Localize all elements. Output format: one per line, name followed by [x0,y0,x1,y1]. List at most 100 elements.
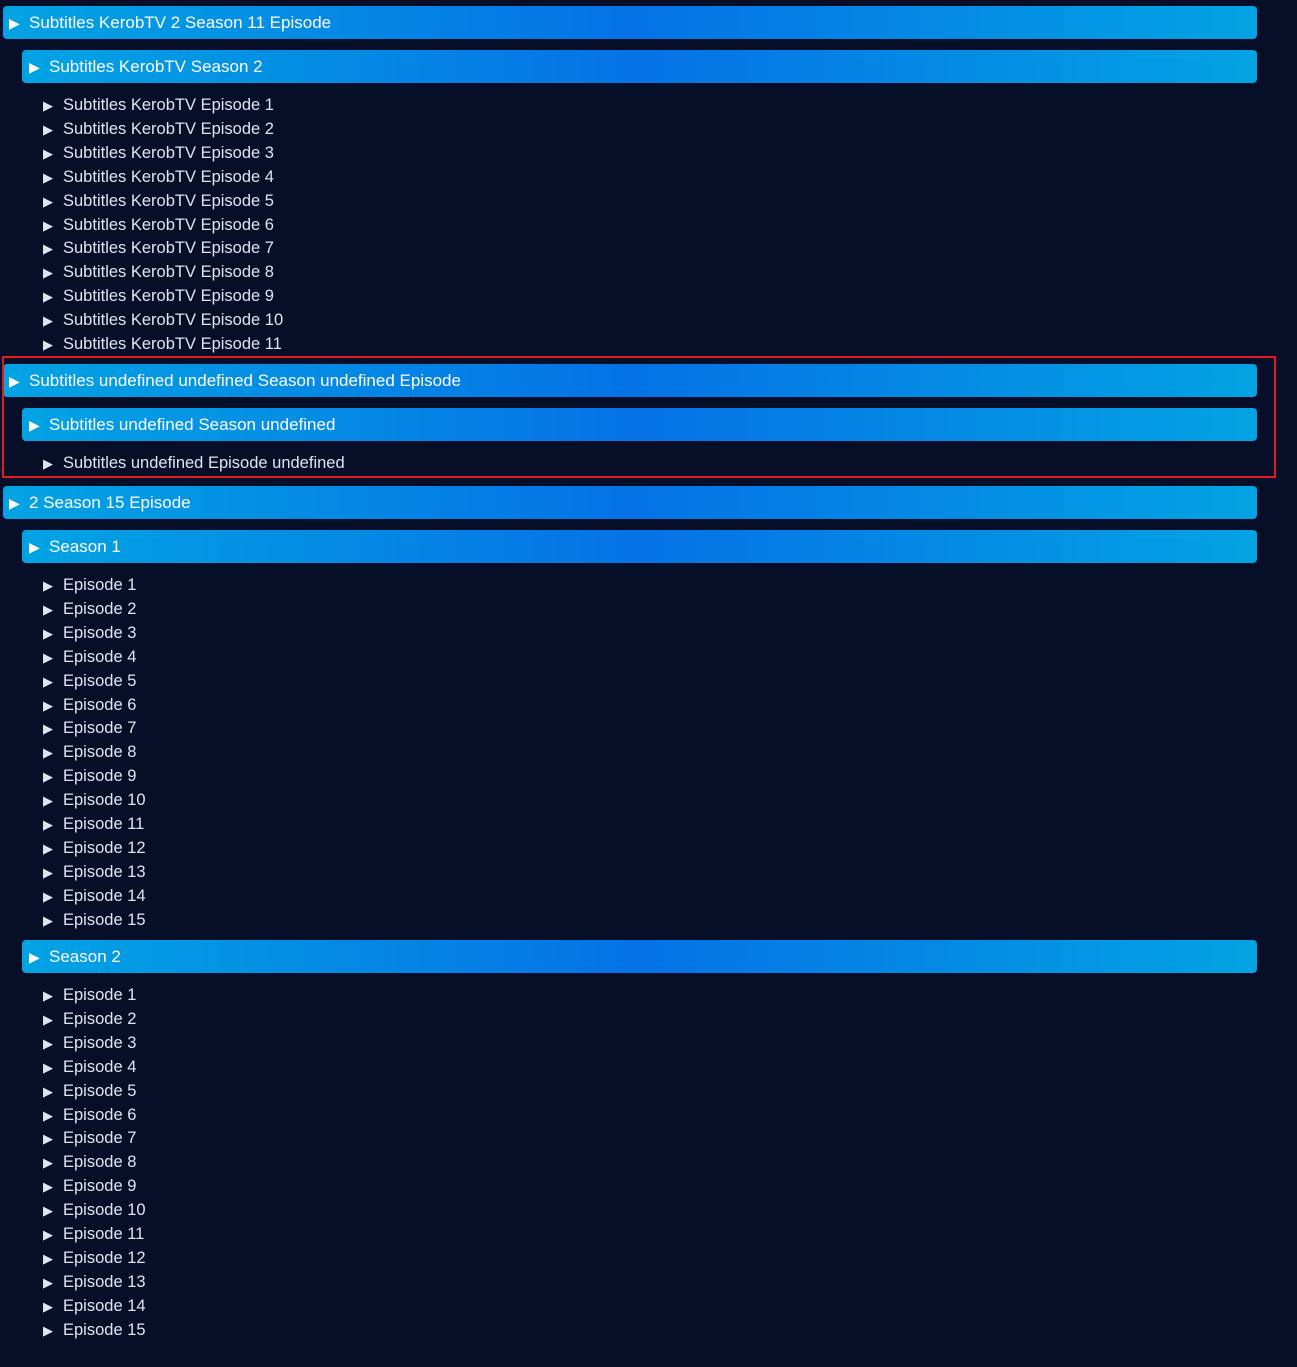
episode-item[interactable]: ▶ Subtitles KerobTV Episode 8 [43,261,274,283]
episode-label: Subtitles KerobTV Episode 5 [63,191,274,210]
episode-item[interactable]: ▶ Episode 2 [43,1008,136,1030]
episode-label: Episode 3 [63,623,137,642]
expand-triangle-icon: ▶ [43,1179,53,1195]
episode-item[interactable]: ▶ Episode 11 [43,813,144,835]
episode-item[interactable]: ▶ Episode 2 [43,598,136,620]
expand-triangle-icon: ▶ [43,673,53,689]
episode-item[interactable]: ▶ Subtitles KerobTV Episode 3 [43,142,274,164]
episode-item[interactable]: ▶ Episode 10 [43,1199,146,1221]
episode-item[interactable]: ▶ Episode 15 [43,909,146,931]
episode-item[interactable]: ▶ Episode 11 [43,1223,144,1245]
expand-triangle-icon: ▶ [43,1059,53,1075]
expand-triangle-icon: ▶ [43,241,53,257]
episode-label: Subtitles undefined Episode undefined [63,454,345,472]
episode-label: Episode 10 [63,1201,146,1220]
expand-triangle-icon: ▶ [43,721,53,737]
episode-label: Episode 9 [63,1177,137,1196]
expand-triangle-icon: ▶ [43,793,53,809]
episode-item[interactable]: ▶ Episode 8 [43,1151,136,1173]
expand-triangle-icon: ▶ [43,601,53,617]
episode-item[interactable]: ▶ Episode 6 [43,1104,136,1126]
episode-item[interactable]: ▶ Episode 14 [43,1295,146,1317]
episode-item[interactable]: ▶ Episode 13 [43,861,146,883]
season-header-2-0[interactable]: ▶ Season 1 [22,530,1257,563]
season-header-label: Season 2 [49,947,121,966]
episode-label: Episode 7 [63,719,137,738]
season-header-0-0[interactable]: ▶ Subtitles KerobTV Season 2 [22,50,1257,83]
episode-label: Subtitles KerobTV Episode 6 [63,215,274,234]
episode-item[interactable]: ▶ Episode 15 [43,1319,146,1341]
expand-triangle-icon: ▶ [29,59,40,75]
episode-item[interactable]: ▶ Episode 12 [43,1247,146,1269]
expand-triangle-icon: ▶ [43,1107,53,1123]
season-header-label: Subtitles undefined Season undefined [49,415,336,434]
episode-label: Episode 6 [63,1105,137,1124]
episode-label: Subtitles KerobTV Episode 2 [63,119,274,138]
expand-triangle-icon: ▶ [43,649,53,665]
episode-item[interactable]: ▶ Subtitles KerobTV Episode 1 [43,94,274,116]
expand-triangle-icon: ▶ [29,417,40,433]
expand-triangle-icon: ▶ [43,1274,53,1290]
episode-item[interactable]: ▶ Episode 12 [43,837,146,859]
expand-triangle-icon: ▶ [43,456,53,471]
episode-item[interactable]: ▶ Subtitles undefined Episode undefined [43,452,345,474]
episode-item[interactable]: ▶ Subtitles KerobTV Episode 7 [43,237,274,259]
episode-label: Episode 7 [63,1129,137,1148]
show-header-label: 2 Season 15 Episode [29,493,191,512]
episode-item[interactable]: ▶ Episode 3 [43,622,136,644]
expand-triangle-icon: ▶ [43,912,53,928]
episode-item[interactable]: ▶ Subtitles KerobTV Episode 9 [43,285,274,307]
episode-item[interactable]: ▶ Episode 1 [43,984,136,1006]
show-header-0[interactable]: ▶ Subtitles KerobTV 2 Season 11 Episode [3,6,1257,39]
episode-item[interactable]: ▶ Episode 13 [43,1271,146,1293]
episode-label: Episode 4 [63,1057,137,1076]
expand-triangle-icon: ▶ [43,864,53,880]
episode-item[interactable]: ▶ Episode 7 [43,1127,136,1149]
show-header-2[interactable]: ▶ 2 Season 15 Episode [3,486,1257,519]
show-header-1[interactable]: ▶ Subtitles undefined undefined Season un… [3,364,1257,397]
show-header-label: Subtitles KerobTV 2 Season 11 Episode [29,13,332,32]
episode-item[interactable]: ▶ Episode 9 [43,765,136,787]
episode-item[interactable]: ▶ Subtitles KerobTV Episode 2 [43,118,274,140]
expand-triangle-icon: ▶ [43,1298,53,1314]
episode-label: Episode 8 [63,1153,137,1172]
episode-label: Subtitles KerobTV Episode 1 [63,96,274,114]
episode-item[interactable]: ▶ Episode 6 [43,694,136,716]
episode-item[interactable]: ▶ Episode 5 [43,670,136,692]
episode-item[interactable]: ▶ Episode 3 [43,1032,136,1054]
episode-item[interactable]: ▶ Episode 4 [43,1056,136,1078]
episode-item[interactable]: ▶ Subtitles KerobTV Episode 5 [43,190,274,212]
episode-label: Episode 11 [63,1225,145,1243]
expand-triangle-icon: ▶ [43,697,53,713]
expand-triangle-icon: ▶ [43,769,53,785]
episode-item[interactable]: ▶ Episode 1 [43,574,136,596]
episode-item[interactable]: ▶ Subtitles KerobTV Episode 6 [43,214,274,236]
expand-triangle-icon: ▶ [43,1250,53,1266]
expand-triangle-icon: ▶ [43,840,53,856]
episode-item[interactable]: ▶ Subtitles KerobTV Episode 10 [43,309,283,331]
episode-label: Episode 8 [63,743,137,762]
episode-item[interactable]: ▶ Episode 5 [43,1080,136,1102]
episode-label: Episode 12 [63,1248,146,1267]
expand-triangle-icon: ▶ [43,1155,53,1171]
episode-label: Episode 2 [63,599,137,618]
episode-label: Subtitles KerobTV Episode 3 [63,143,274,162]
episode-label: Episode 11 [63,815,145,833]
episode-label: Subtitles KerobTV Episode 11 [63,335,282,353]
episode-item[interactable]: ▶ Episode 9 [43,1175,136,1197]
episode-item[interactable]: ▶ Episode 7 [43,717,136,739]
season-header-1-0[interactable]: ▶ Subtitles undefined Season undefined [22,408,1257,441]
episode-label: Episode 15 [63,910,146,929]
episode-item[interactable]: ▶ Episode 8 [43,741,136,763]
episode-item[interactable]: ▶ Episode 14 [43,885,146,907]
episode-item[interactable]: ▶ Episode 4 [43,646,136,668]
expand-triangle-icon: ▶ [9,495,20,511]
expand-triangle-icon: ▶ [43,193,53,209]
episode-item[interactable]: ▶ Subtitles KerobTV Episode 4 [43,166,274,188]
episode-label: Episode 4 [63,647,137,666]
episode-item[interactable]: ▶ Subtitles KerobTV Episode 11 [43,333,282,355]
season-header-2-1[interactable]: ▶ Season 2 [22,940,1257,973]
episode-label: Episode 5 [63,671,137,690]
expand-triangle-icon: ▶ [9,373,20,389]
episode-item[interactable]: ▶ Episode 10 [43,789,146,811]
